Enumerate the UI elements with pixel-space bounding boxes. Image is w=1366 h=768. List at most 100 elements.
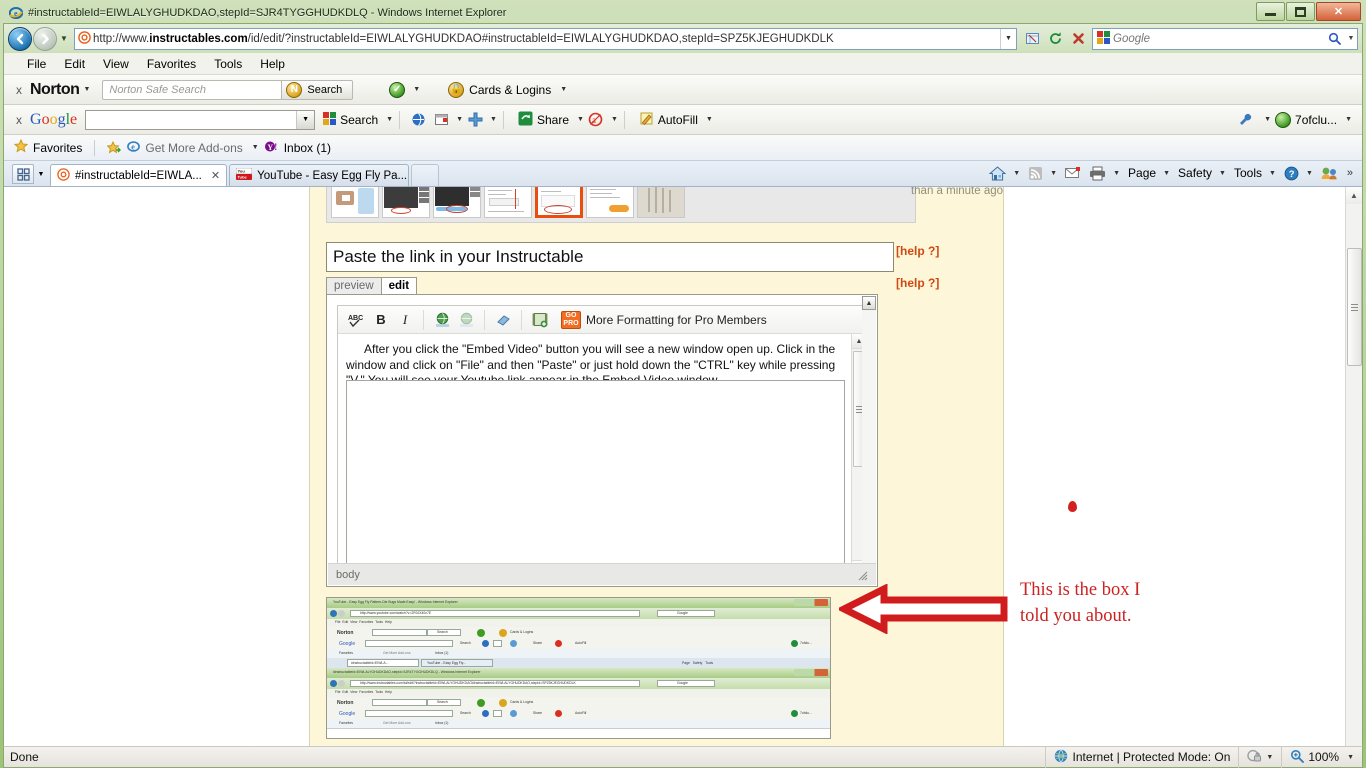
chevron-down-icon[interactable]: ▼	[413, 86, 420, 93]
messenger-button[interactable]	[1318, 166, 1342, 180]
wrench-icon[interactable]	[1234, 109, 1256, 131]
highlight-icon[interactable]: a	[585, 109, 607, 131]
minimize-button[interactable]	[1256, 2, 1285, 21]
go-pro-promo[interactable]: GO PRO More Formatting for Pro Members	[555, 309, 773, 331]
read-mail-button[interactable]	[1062, 166, 1084, 180]
chevron-down-icon[interactable]: ▼	[1347, 754, 1354, 761]
thumbnail-item[interactable]	[637, 187, 685, 218]
chevron-down-icon[interactable]: ▼	[1219, 170, 1226, 177]
thumbnail-item[interactable]	[382, 187, 430, 218]
new-tab-button[interactable]	[411, 164, 440, 186]
recent-pages-icon[interactable]: ▼	[57, 27, 71, 51]
account-name[interactable]: 7ofclu...	[1295, 113, 1337, 127]
chevron-down-icon[interactable]: ▼	[1269, 170, 1276, 177]
stop-icon[interactable]	[1067, 28, 1089, 50]
editor-outer-scrollbar[interactable]: ▲	[862, 296, 876, 585]
chevron-down-icon[interactable]: ▼	[456, 116, 463, 123]
thumbnail-item[interactable]	[586, 187, 634, 218]
search-box[interactable]: Google ▼	[1092, 27, 1358, 50]
google-search-field[interactable]	[86, 111, 296, 129]
scroll-up-icon[interactable]: ▲	[862, 296, 876, 310]
insert-link-icon[interactable]	[430, 309, 454, 331]
address-dropdown-icon[interactable]: ▼	[1000, 28, 1016, 49]
norton-search-input[interactable]: Norton Safe Search	[102, 79, 283, 100]
command-bar-overflow[interactable]: »	[1344, 167, 1356, 179]
thumbnail-item[interactable]	[433, 187, 481, 218]
tab-list-caret-icon[interactable]: ▼	[34, 164, 48, 184]
compatibility-view-icon[interactable]	[1021, 28, 1043, 50]
chevron-down-icon[interactable]: ▼	[1163, 170, 1170, 177]
home-button[interactable]: ▼	[986, 165, 1023, 181]
norton-search-button[interactable]: N Search	[281, 79, 354, 100]
favorite-inbox[interactable]: Y! Inbox (1)	[264, 140, 331, 156]
forward-button[interactable]	[33, 26, 57, 51]
search-dropdown-icon[interactable]: ▼	[1345, 35, 1357, 42]
chevron-down-icon[interactable]: ▼	[1306, 170, 1313, 177]
scrollbar-thumb[interactable]	[1346, 248, 1362, 366]
chevron-down-icon[interactable]: ▼	[1266, 754, 1273, 761]
tools-menu-button[interactable]: Tools ▼	[1231, 166, 1279, 180]
menu-item-file[interactable]: File	[18, 55, 55, 73]
add-button-icon[interactable]	[464, 109, 486, 131]
tab-preview[interactable]: preview	[326, 277, 382, 294]
chevron-down-icon[interactable]: ▼	[706, 116, 713, 123]
google-search-button[interactable]: Search ▼	[323, 111, 393, 128]
feeds-button[interactable]: ▼	[1025, 166, 1060, 181]
tab-edit[interactable]: edit	[380, 277, 418, 294]
privacy-report-button[interactable]: ▼	[1238, 746, 1281, 768]
translate-icon[interactable]	[407, 109, 429, 131]
chevron-down-icon[interactable]: ▼	[386, 116, 393, 123]
resize-grip-icon[interactable]	[856, 569, 868, 581]
close-button[interactable]: ✕	[1316, 2, 1361, 21]
chevron-down-icon[interactable]: ▼	[577, 116, 584, 123]
norton-safe-web-status[interactable]: ✓ ▼	[389, 81, 420, 98]
embedded-screenshot-image[interactable]: YouTube - Easy Egg Fly Pattern-Die Bugs …	[326, 597, 831, 739]
chevron-down-icon[interactable]: ▼	[560, 86, 567, 93]
favorite-get-more-addons[interactable]: e Get More Add-ons ▼	[127, 140, 259, 156]
share-button[interactable]: Share ▼	[518, 111, 584, 129]
safety-menu-button[interactable]: Safety ▼	[1175, 166, 1229, 180]
tab-instructables[interactable]: #instructableId=EIWLA... ✕	[50, 164, 228, 186]
chevron-down-icon[interactable]: ▼	[1013, 170, 1020, 177]
chevron-down-icon[interactable]: ▼	[611, 116, 618, 123]
autofill-button[interactable]: AutoFill ▼	[639, 111, 713, 129]
editor-content-area[interactable]: After you click the "Embed Video" button…	[338, 334, 851, 575]
eraser-icon[interactable]	[491, 309, 515, 331]
menu-item-tools[interactable]: Tools	[205, 55, 251, 73]
unlink-icon[interactable]	[454, 309, 478, 331]
refresh-icon[interactable]	[1044, 28, 1066, 50]
help-button[interactable]: ? ▼	[1281, 166, 1316, 181]
quick-tabs-icon[interactable]	[12, 164, 34, 184]
print-button[interactable]: ▼	[1086, 166, 1123, 181]
chevron-down-icon[interactable]: ▼	[1113, 170, 1120, 177]
popup-blocker-icon[interactable]	[430, 109, 452, 131]
search-input[interactable]: Google	[1113, 33, 1323, 45]
tab-youtube[interactable]: You Tube YouTube - Easy Egg Fly Pa...	[229, 164, 410, 186]
embedded-empty-box[interactable]	[346, 380, 845, 571]
norton-menu-caret-icon[interactable]: ▼	[83, 86, 90, 93]
cards-and-logins-button[interactable]: 🔒 Cards & Logins ▼	[448, 81, 567, 98]
menu-item-help[interactable]: Help	[251, 55, 294, 73]
chevron-down-icon[interactable]: ▼	[1050, 170, 1057, 177]
favorites-button[interactable]: Favorites	[13, 138, 82, 156]
google-search-history-icon[interactable]: ▼	[296, 110, 315, 129]
menu-item-view[interactable]: View	[94, 55, 138, 73]
thumbnail-item-selected[interactable]	[535, 187, 583, 218]
google-search-input[interactable]: ▼	[85, 109, 316, 130]
security-zone[interactable]: Internet | Protected Mode: On	[1044, 746, 1239, 768]
google-close-icon[interactable]: x	[12, 113, 30, 127]
thumbnail-item[interactable]	[484, 187, 532, 218]
thumbnail-item[interactable]	[331, 187, 379, 218]
bold-button[interactable]: B	[369, 309, 393, 331]
maximize-button[interactable]	[1286, 2, 1315, 21]
step-title-input[interactable]: Paste the link in your Instructable	[326, 242, 894, 272]
help-link-body[interactable]: [help ?]	[896, 276, 939, 290]
chevron-down-icon[interactable]: ▼	[252, 144, 259, 151]
scroll-up-icon[interactable]: ▲	[1345, 187, 1362, 204]
address-bar[interactable]: http://www.instructables.com/id/edit/?in…	[74, 27, 1017, 50]
chevron-down-icon[interactable]: ▼	[1345, 116, 1352, 123]
help-link-title[interactable]: [help ?]	[896, 244, 939, 258]
close-icon[interactable]: ✕	[211, 169, 220, 182]
menu-item-edit[interactable]: Edit	[55, 55, 94, 73]
page-menu-button[interactable]: Page ▼	[1125, 166, 1173, 180]
